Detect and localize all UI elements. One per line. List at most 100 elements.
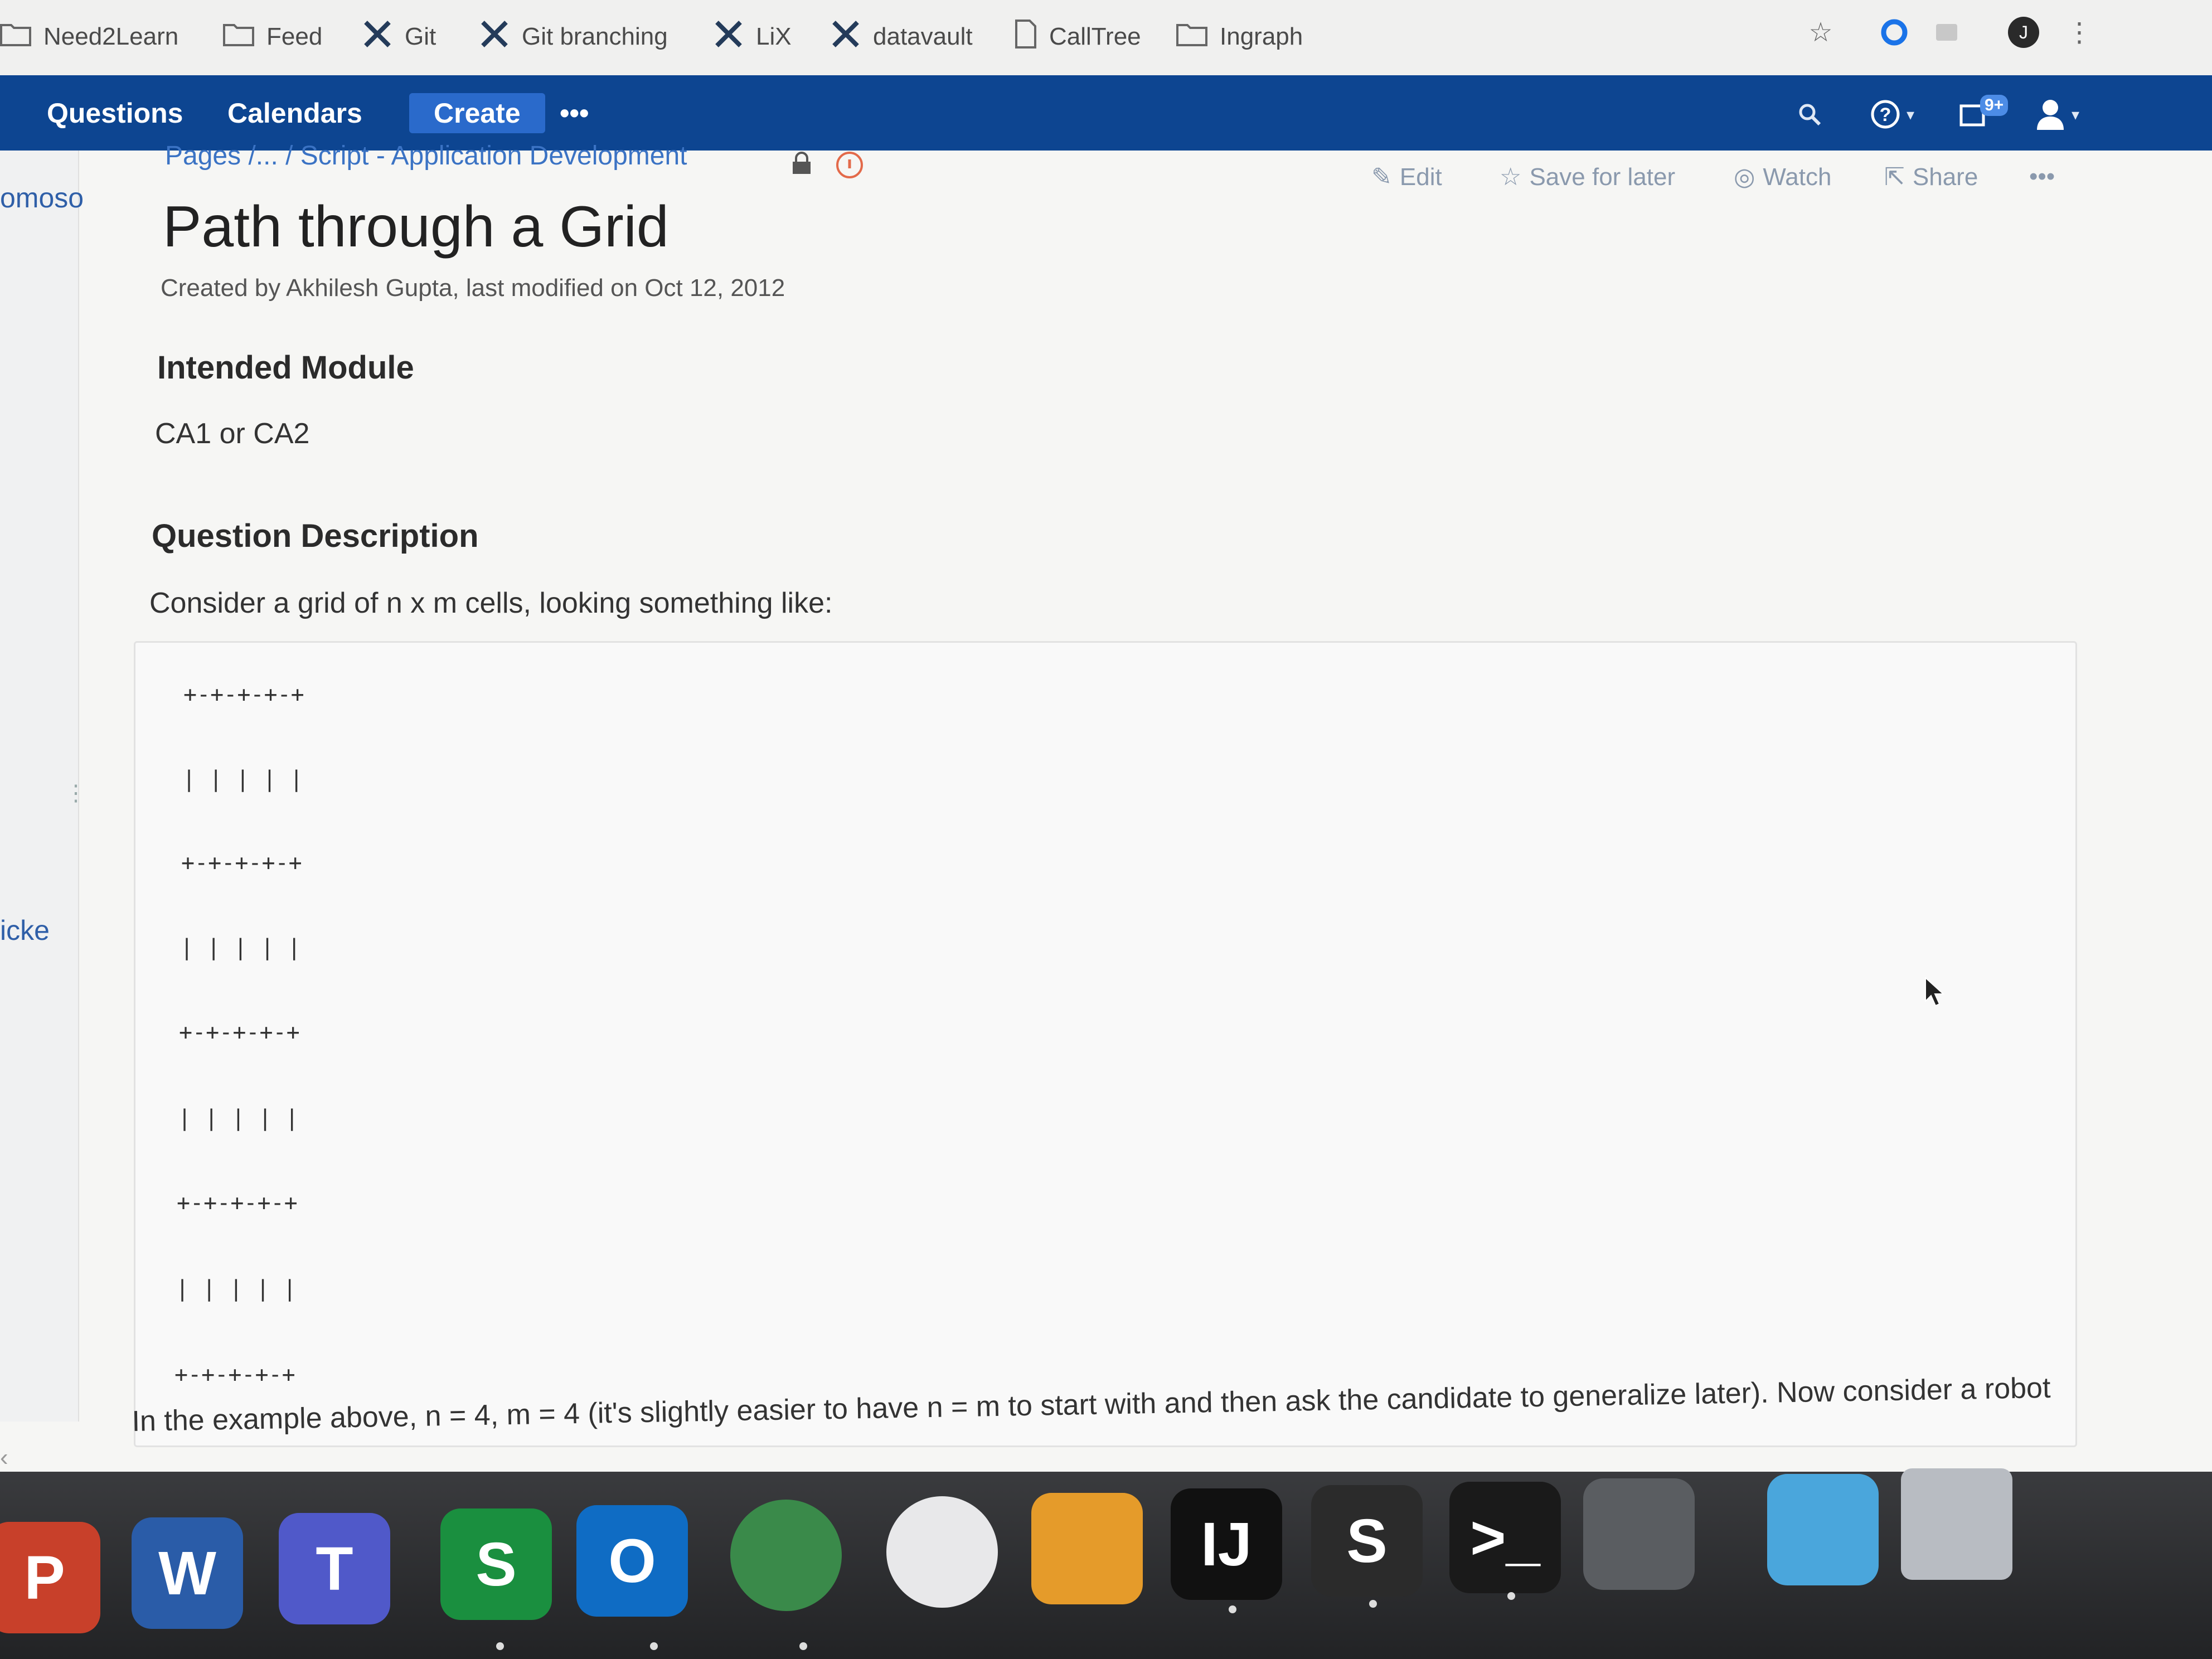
heading-intended-module: Intended Module — [157, 350, 414, 386]
pencil-icon: ✎ — [1371, 163, 1392, 191]
dock-app-trash[interactable] — [1901, 1468, 2012, 1580]
page-info-icon[interactable] — [834, 149, 865, 183]
watch-button[interactable]: ◎ Watch — [1734, 163, 1831, 191]
heading-question-description: Question Description — [152, 518, 479, 554]
bookmark-lix[interactable]: LiX — [714, 20, 792, 54]
bookmark-label: Git branching — [522, 23, 668, 50]
chevron-down-icon: ▾ — [1907, 105, 1915, 123]
dock-app-teams[interactable]: T — [279, 1513, 390, 1624]
bookmark-label: Feed — [266, 23, 323, 50]
page-byline: Created by Akhilesh Gupta, last modified… — [161, 274, 785, 302]
help-icon[interactable]: ? ▾ — [1870, 98, 1914, 131]
x-logo-icon — [714, 19, 744, 55]
extension-icon[interactable] — [1930, 16, 1963, 49]
share-label: Share — [1912, 163, 1978, 191]
grid-line: +-+-+-+-+ — [181, 850, 302, 876]
page-icon — [1015, 19, 1037, 55]
chevron-down-icon: ▾ — [2072, 105, 2080, 123]
more-actions-button[interactable]: ••• — [2029, 163, 2055, 191]
bookmark-need2learn[interactable]: Need2Learn — [0, 20, 178, 54]
x-logo-icon — [831, 19, 861, 55]
dock-app-downloads[interactable] — [1767, 1474, 1879, 1585]
search-icon[interactable] — [1797, 98, 1822, 131]
folder-icon — [223, 22, 254, 52]
dock-app-intellij[interactable]: IJ — [1171, 1488, 1282, 1600]
restrictions-lock-icon[interactable] — [789, 152, 814, 179]
collapse-sidebar-icon[interactable]: ‹ — [0, 1444, 8, 1472]
bookmark-ingraph[interactable]: Ingraph — [1176, 20, 1303, 54]
watch-label: Watch — [1763, 163, 1832, 191]
edit-label: Edit — [1399, 163, 1442, 191]
bookmarks-bar: Need2Learn Feed Git Git branching LiX da… — [0, 0, 2212, 76]
app-letter: T — [316, 1534, 353, 1603]
bookmark-datavault[interactable]: datavault — [831, 20, 973, 54]
extension-circle-icon[interactable] — [1878, 16, 1911, 49]
grid-line: | | | | | — [178, 1105, 299, 1131]
app-letter: W — [158, 1539, 216, 1608]
save-for-later-button[interactable]: ☆ Save for later — [1500, 163, 1675, 191]
edit-button[interactable]: ✎ Edit — [1371, 163, 1442, 191]
dock-app-vpn[interactable] — [730, 1500, 842, 1611]
grid-line: +-+-+-+-+ — [179, 1020, 300, 1045]
running-indicator — [496, 1642, 504, 1650]
dock-app-terminal[interactable]: >_ — [1449, 1482, 1561, 1593]
grid-line: | | | | | — [176, 1276, 297, 1302]
running-indicator — [650, 1642, 658, 1650]
svg-text:?: ? — [1880, 104, 1891, 125]
dock-app-outlook[interactable]: O — [576, 1505, 688, 1617]
grid-line: | | | | | — [180, 935, 301, 961]
running-indicator — [799, 1642, 807, 1650]
user-menu-icon[interactable]: ▾ — [2035, 98, 2079, 131]
intended-module-text: CA1 or CA2 — [155, 418, 310, 450]
macos-dock: P W T S O IJ S >_ — [0, 1468, 2212, 1659]
menu-kebab-icon[interactable]: ⋮ — [2063, 16, 2096, 49]
sidebar-resize-handle[interactable]: ⋮ — [65, 780, 87, 806]
confluence-header: Questions Calendars Create ••• ? ▾ 9+ ▾ — [0, 75, 2212, 151]
app-letter: O — [608, 1526, 656, 1595]
save-label: Save for later — [1529, 163, 1676, 191]
app-letter: S — [1346, 1506, 1388, 1575]
x-logo-icon — [479, 19, 510, 55]
app-letter: >_ — [1470, 1503, 1540, 1572]
bookmark-feed[interactable]: Feed — [223, 20, 322, 54]
dock-app-wireless[interactable] — [886, 1496, 998, 1608]
breadcrumb[interactable]: Pages /... / Script - Application Develo… — [165, 140, 687, 171]
nav-calendars[interactable]: Calendars — [227, 93, 362, 133]
eye-icon: ◎ — [1734, 163, 1755, 191]
dock-app-remote-desktop[interactable] — [1031, 1493, 1143, 1604]
bookmark-label: CallTree — [1049, 23, 1141, 50]
bookmark-label: datavault — [873, 23, 973, 50]
dock-app-word[interactable]: W — [132, 1517, 243, 1629]
sidebar-text-icke[interactable]: icke — [0, 914, 50, 947]
bookmark-git[interactable]: Git — [362, 20, 436, 54]
nav-questions[interactable]: Questions — [47, 93, 183, 133]
code-block: +-+-+-+-+ | | | | | +-+-+-+-+ | | | | | … — [134, 641, 2077, 1447]
bookmark-label: LiX — [756, 23, 792, 50]
question-description-text: Consider a grid of n x m cells, looking … — [149, 587, 833, 619]
app-letter: P — [24, 1543, 65, 1612]
dock-app-sublime[interactable]: S — [1311, 1485, 1423, 1597]
profile-avatar[interactable]: J — [2007, 16, 2040, 49]
star-bookmark-icon[interactable]: ☆ — [1804, 16, 1837, 49]
bookmark-label: Need2Learn — [43, 23, 179, 50]
bookmark-label: Git — [405, 23, 436, 50]
share-button[interactable]: ⇱ Share — [1884, 163, 1978, 191]
share-icon: ⇱ — [1884, 163, 1905, 191]
bookmark-git-branching[interactable]: Git branching — [479, 20, 668, 54]
grid-line: +-+-+-+-+ — [177, 1190, 298, 1216]
dock-app-skype[interactable]: S — [440, 1508, 552, 1620]
app-letter: IJ — [1201, 1510, 1252, 1579]
running-indicator — [1507, 1592, 1515, 1600]
nav-more-button[interactable]: ••• — [560, 93, 589, 133]
bookmark-calltree[interactable]: CallTree — [1015, 19, 1141, 55]
dock-app-system-preferences[interactable] — [1583, 1478, 1695, 1590]
create-button[interactable]: Create — [409, 93, 545, 133]
app-letter: S — [476, 1530, 517, 1599]
profile-initial: J — [2008, 17, 2039, 48]
sidebar-text-omoso[interactable]: omoso — [0, 182, 84, 214]
folder-icon — [0, 22, 31, 52]
notifications-icon[interactable]: 9+ — [1959, 95, 2020, 131]
dock-app-powerpoint[interactable]: P — [0, 1522, 100, 1633]
notifications-badge: 9+ — [1980, 95, 2009, 116]
folder-icon — [1176, 22, 1207, 52]
